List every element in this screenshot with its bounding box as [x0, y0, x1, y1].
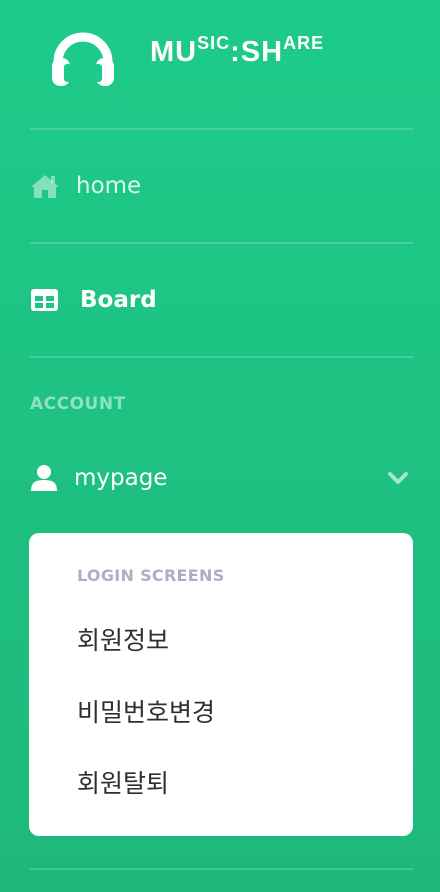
mypage-submenu: LOGIN SCREENS 회원정보 비밀번호변경 회원탈퇴 — [29, 533, 413, 836]
headphones-icon — [52, 32, 114, 86]
nav-item-home-label: home — [76, 173, 142, 199]
nav-item-mypage[interactable]: mypage — [30, 458, 413, 498]
nav-item-board-label: Board — [80, 287, 157, 313]
brand-name-part2: :SH — [230, 36, 284, 68]
submenu-item-member-info[interactable]: 회원정보 — [77, 621, 169, 657]
sidebar: MUSIC:SHARE home Board ACCOUNT mypage LO… — [0, 0, 440, 892]
nav-item-home[interactable]: home — [30, 166, 413, 206]
nav-item-board[interactable]: Board — [30, 280, 413, 320]
account-section-heading: ACCOUNT — [30, 394, 126, 414]
submenu-item-change-password[interactable]: 비밀번호변경 — [77, 693, 215, 729]
brand-name: MUSIC:SHARE — [150, 33, 325, 69]
chevron-down-icon[interactable] — [387, 468, 409, 488]
brand-name-part1: MU — [150, 36, 198, 68]
submenu-heading: LOGIN SCREENS — [77, 566, 225, 585]
submenu-item-withdraw[interactable]: 회원탈퇴 — [77, 764, 169, 800]
brand-name-sup2: ARE — [283, 33, 325, 53]
brand-name-sup1: SIC — [197, 33, 231, 53]
brand[interactable]: MUSIC:SHARE — [0, 0, 440, 128]
home-icon — [30, 173, 60, 199]
table-icon — [30, 287, 60, 313]
divider — [30, 868, 413, 870]
divider — [30, 242, 413, 244]
divider — [30, 128, 413, 130]
divider — [30, 356, 413, 358]
nav-item-mypage-label: mypage — [74, 465, 168, 491]
user-icon — [30, 465, 60, 491]
